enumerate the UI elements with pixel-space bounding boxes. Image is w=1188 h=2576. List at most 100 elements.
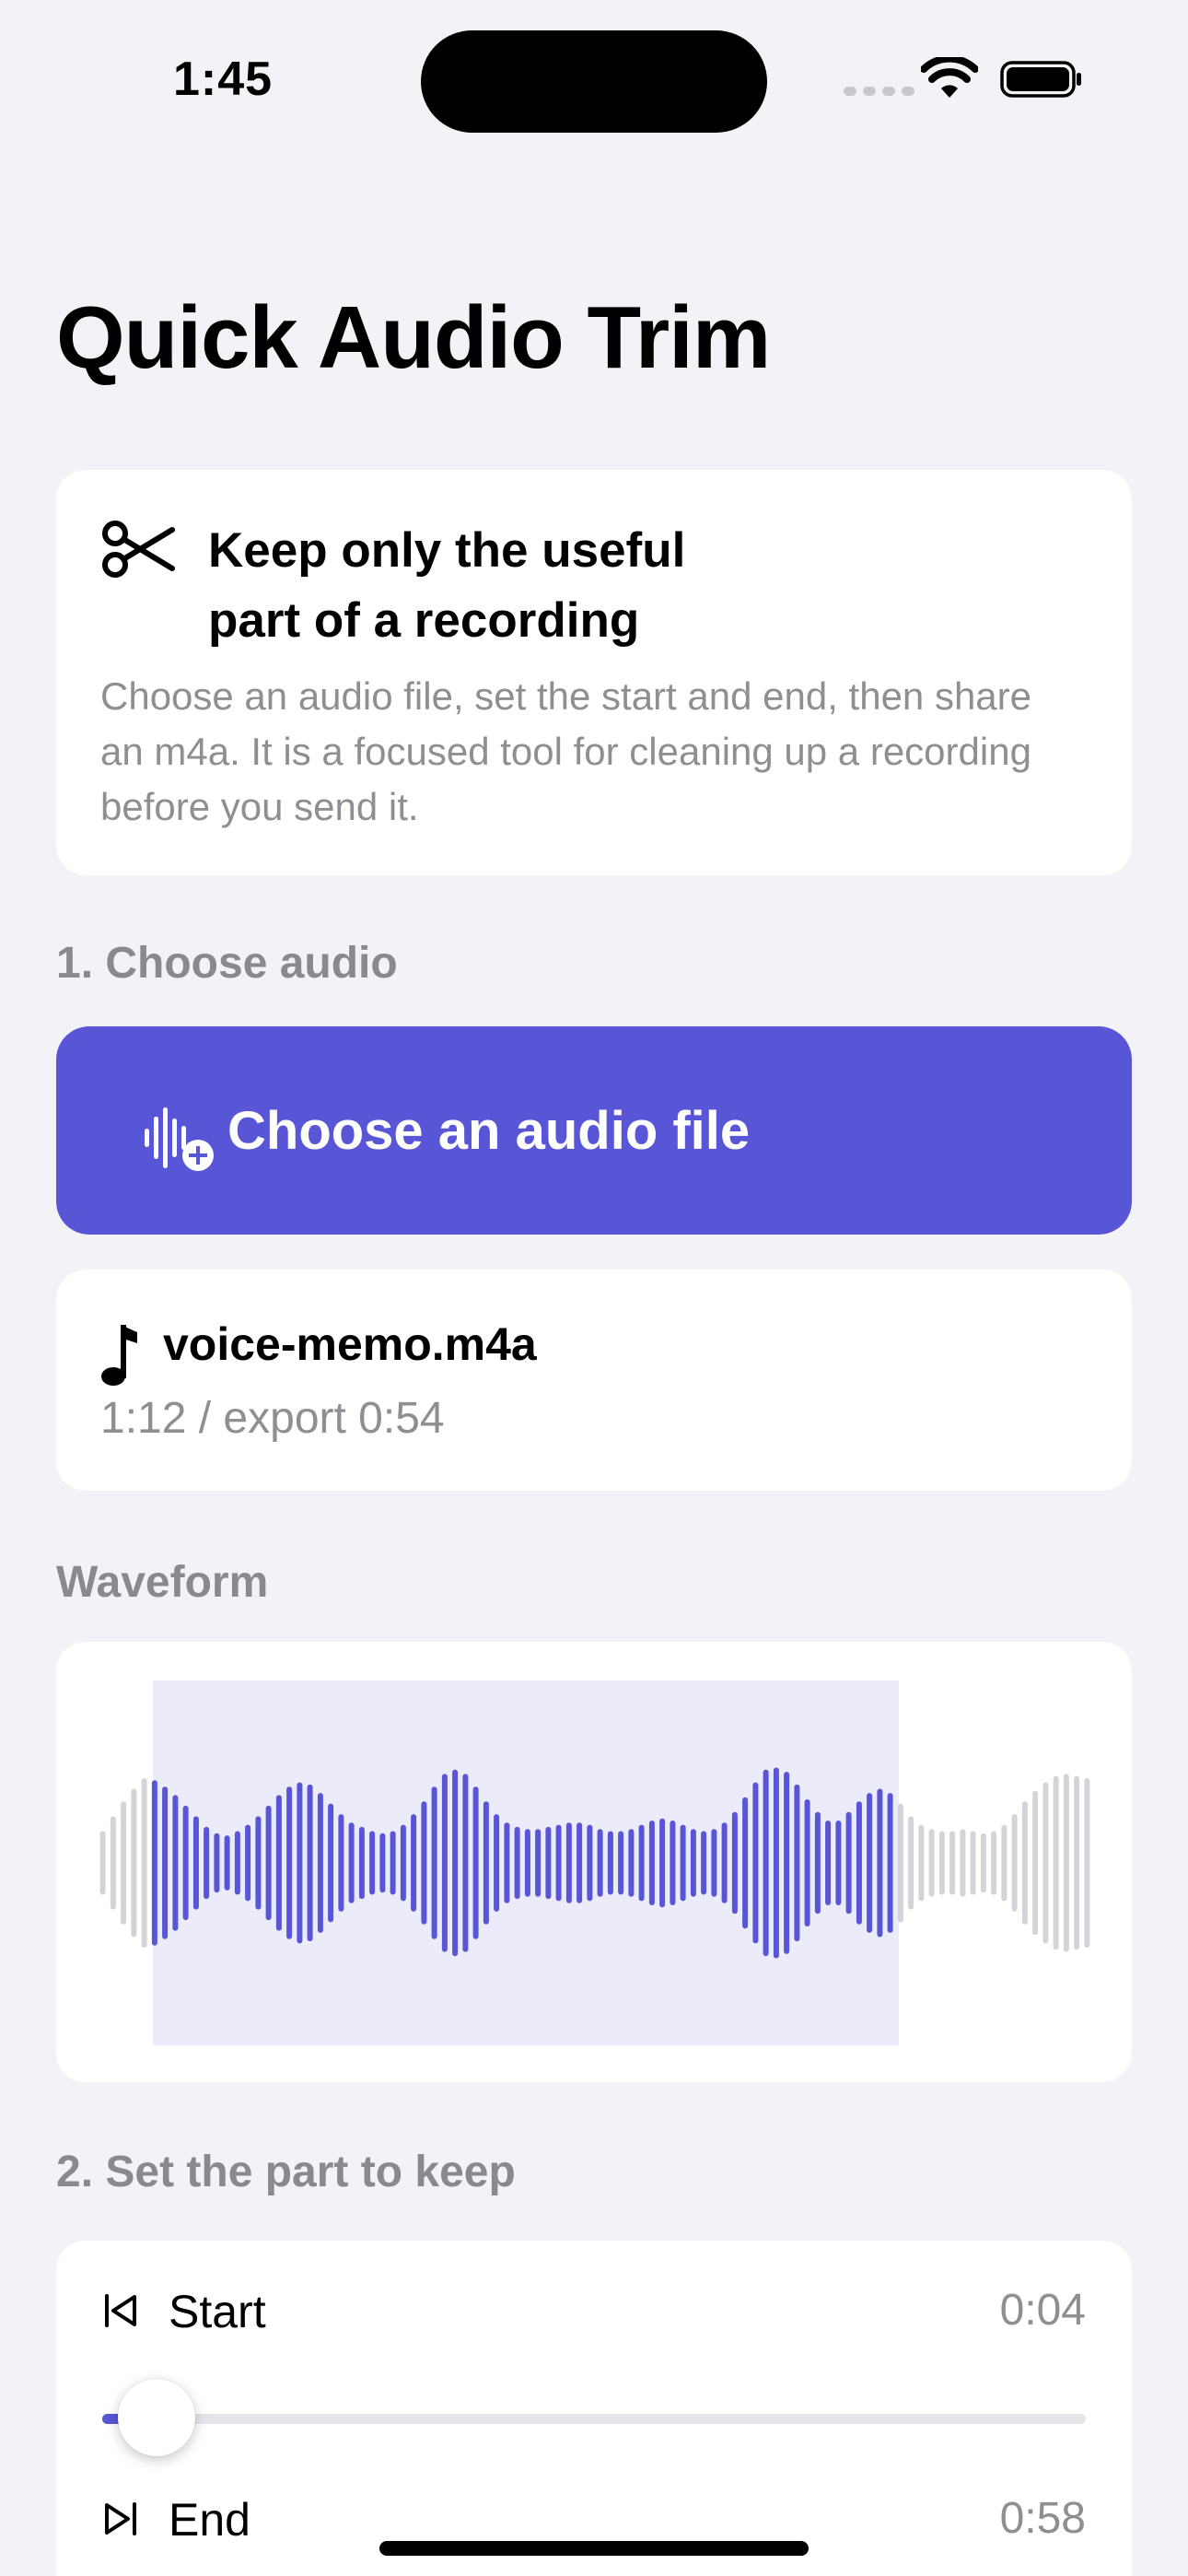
waveform-bar: [711, 1829, 717, 1897]
waveform-bar: [587, 1824, 593, 1902]
waveform-bar: [265, 1805, 272, 1921]
waveform-bar: [441, 1774, 448, 1952]
waveform-bar: [472, 1786, 479, 1939]
waveform-bar: [234, 1831, 240, 1895]
end-value: 0:58: [999, 2494, 1086, 2543]
waveform-bar: [742, 1797, 749, 1929]
waveform-bar: [980, 1832, 986, 1893]
waveform-bar: [1011, 1814, 1018, 1912]
screen: 1:45 Quick Audio Trim Keep only the usef…: [0, 0, 1188, 2576]
waveform-bar: [369, 1831, 376, 1895]
waveform-bar: [867, 1793, 873, 1933]
waveform-bar: [1001, 1824, 1007, 1902]
waveform-bar: [358, 1826, 365, 1900]
waveform-bar: [938, 1831, 945, 1895]
waveform-bar: [204, 1826, 210, 1900]
intro-card: Keep only the useful part of a recording…: [56, 470, 1132, 875]
choose-audio-file-label: Choose an audio file: [227, 1101, 751, 1161]
waveform-bar: [131, 1788, 137, 1938]
waveform-bar: [514, 1826, 520, 1900]
status-time: 1:45: [173, 53, 274, 106]
waveform-bar: [307, 1784, 313, 1942]
waveform-bar: [960, 1829, 966, 1897]
waveform-bar: [411, 1814, 417, 1912]
waveform-bar: [814, 1811, 821, 1914]
waveform-bar: [597, 1829, 603, 1897]
start-value: 0:04: [999, 2286, 1086, 2335]
waveform-bar: [162, 1786, 169, 1939]
waveform-bar: [535, 1829, 542, 1897]
waveform-bar: [577, 1822, 583, 1903]
waveform-bar: [648, 1821, 655, 1905]
selected-file-card: voice-memo.m4a 1:12 / export 0:54: [56, 1270, 1132, 1491]
waveform-bar: [1084, 1778, 1090, 1948]
waveform-bar: [970, 1831, 976, 1895]
file-duration: 1:12 / export 0:54: [100, 1394, 445, 1443]
waveform-bar: [379, 1832, 386, 1893]
waveform-bar: [328, 1803, 334, 1923]
waveform-card[interactable]: [56, 1642, 1132, 2082]
waveform-bar: [845, 1811, 852, 1914]
waveform-bar: [275, 1795, 282, 1931]
intro-title-line: Keep only the useful: [208, 523, 686, 578]
waveform-bar: [659, 1818, 666, 1908]
waveform-bar: [255, 1816, 262, 1910]
waveform-bar: [141, 1778, 147, 1948]
waveform-bar: [214, 1832, 220, 1893]
backward-end-icon: [105, 2294, 136, 2327]
waveform-bar: [701, 1831, 707, 1895]
battery-icon: [1000, 61, 1081, 98]
cellular-signal-icon: [844, 87, 914, 96]
waveform-bar: [524, 1829, 530, 1897]
waveform-bar: [825, 1821, 832, 1905]
page-title: Quick Audio Trim: [56, 288, 771, 387]
waveform-bar: [431, 1786, 437, 1939]
waveform-bar: [245, 1824, 251, 1902]
forward-end-icon: [105, 2502, 136, 2535]
waveform-bar: [121, 1801, 127, 1925]
waveform-bar: [1063, 1774, 1069, 1952]
start-slider-thumb[interactable]: [118, 2379, 196, 2456]
waveform-bar: [338, 1814, 344, 1912]
waveform-bar: [1032, 1790, 1039, 1936]
waveform-bar: [773, 1767, 779, 1959]
scissors-icon: [102, 521, 175, 578]
end-label: End: [169, 2494, 250, 2546]
waveform-bar: [928, 1829, 935, 1897]
waveform-bar: [555, 1824, 562, 1902]
waveform-bar: [670, 1821, 676, 1905]
waveform-bar: [680, 1824, 686, 1902]
trim-section-label: 2. Set the part to keep: [56, 2148, 516, 2196]
waveform-bar: [1053, 1775, 1059, 1950]
intro-title: Keep only the useful part of a recording: [208, 516, 853, 656]
waveform-bar: [565, 1822, 572, 1903]
waveform-bar: [784, 1772, 790, 1954]
choose-audio-file-button[interactable]: Choose an audio file: [56, 1026, 1132, 1235]
waveform-bar: [752, 1782, 759, 1944]
waveform-bar: [192, 1816, 199, 1910]
waveform-bar: [804, 1799, 810, 1926]
waveform-bar: [172, 1795, 179, 1931]
waveform-bar: [1074, 1775, 1080, 1950]
waveform-bar: [721, 1822, 728, 1903]
waveform-bar: [99, 1831, 106, 1895]
waveform-section-label: Waveform: [56, 1558, 269, 1607]
waveform-bar: [897, 1803, 903, 1923]
waveform-bar: [618, 1831, 624, 1895]
home-indicator: [379, 2541, 809, 2556]
waveform-bar: [835, 1821, 842, 1905]
waveform-bar: [856, 1801, 862, 1925]
waveform-chart[interactable]: [56, 1642, 1132, 2082]
waveform-bar: [348, 1822, 355, 1903]
waveform-bar: [918, 1824, 925, 1902]
file-name: voice-memo.m4a: [163, 1318, 537, 1370]
waveform-bar: [494, 1814, 500, 1912]
choose-audio-section-label: 1. Choose audio: [56, 939, 398, 988]
waveform-bar: [1042, 1782, 1049, 1944]
intro-title-line: part of a recording: [208, 593, 640, 648]
intro-description: Choose an audio file, set the start and …: [100, 674, 1032, 828]
start-label: Start: [169, 2286, 266, 2337]
waveform-bar: [690, 1829, 696, 1897]
waveform-bar: [731, 1811, 738, 1914]
start-slider-track[interactable]: [102, 2414, 1086, 2424]
